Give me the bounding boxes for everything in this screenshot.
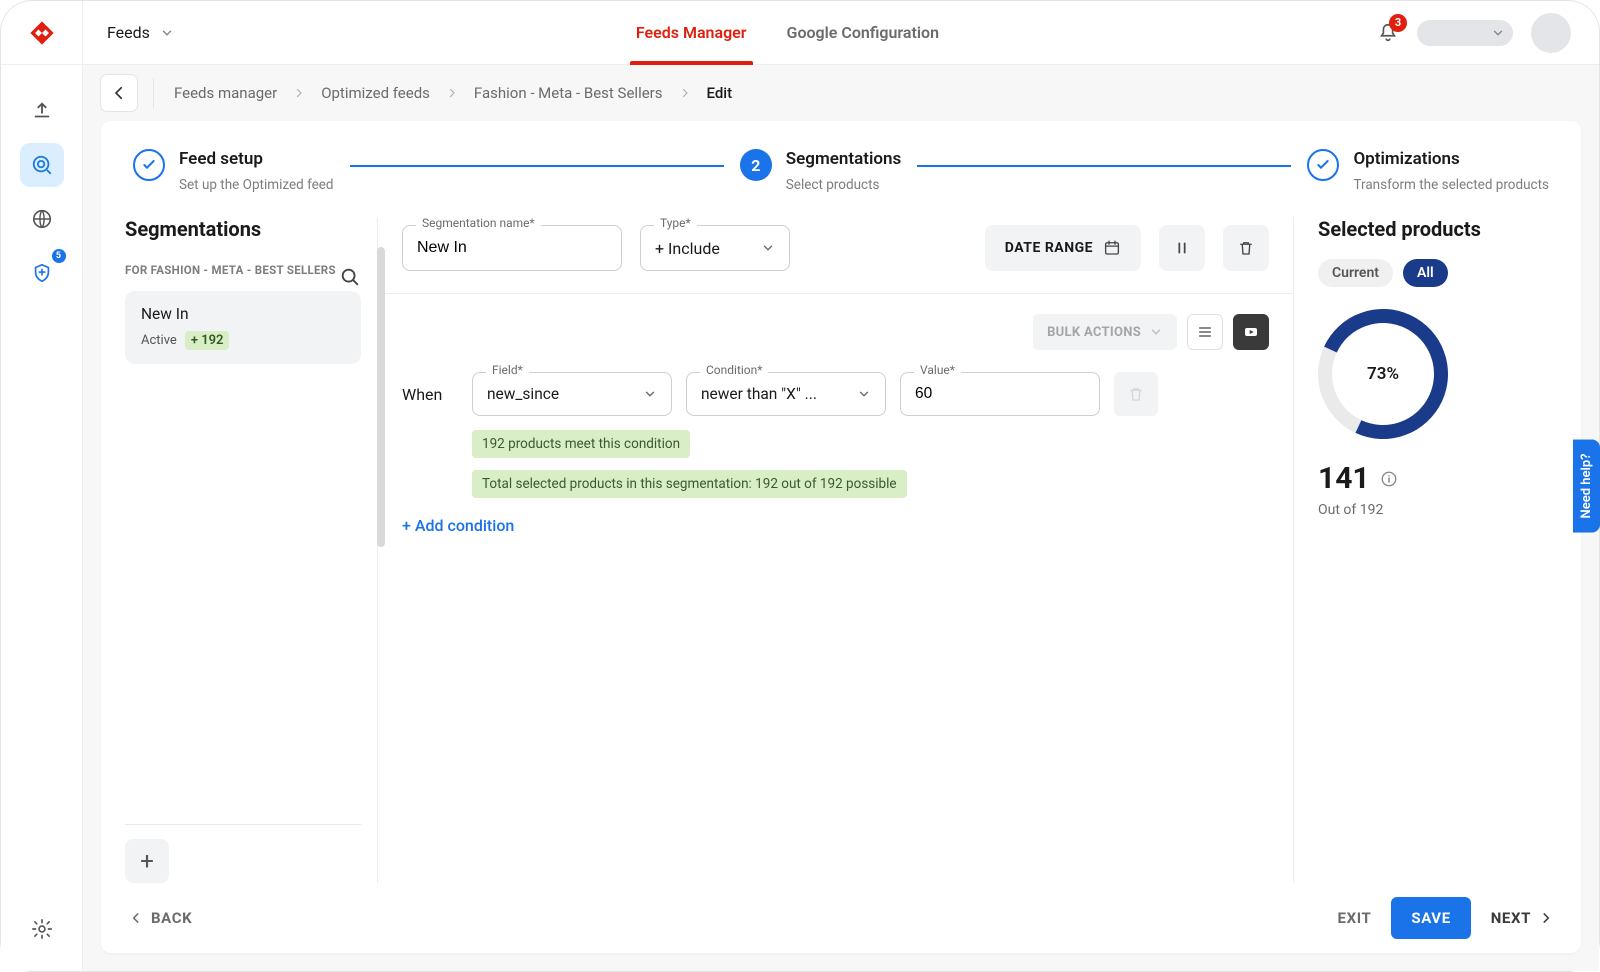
step-3-done-icon [1307, 149, 1339, 181]
segmentations-subtitle: FOR FASHION - META - BEST SELLERS [125, 263, 336, 277]
nav-settings[interactable] [20, 907, 64, 951]
scrollbar[interactable] [377, 247, 385, 547]
segmentation-item-status: Active [141, 333, 177, 348]
breadcrumb-item[interactable]: Fashion - Meta - Best Sellers [474, 84, 663, 102]
rule-field-select[interactable]: new_since [472, 372, 672, 416]
rule-field-label: Field* [486, 363, 529, 377]
back-button[interactable]: BACK [129, 909, 192, 927]
segmentations-title: Segmentations [125, 217, 377, 241]
step-2-sub: Select products [786, 177, 901, 193]
rule-condition-label: Condition* [700, 363, 768, 377]
segmentation-item[interactable]: New In Active + 192 [125, 291, 361, 364]
pill-current[interactable]: Current [1318, 259, 1393, 287]
tab-feeds-manager[interactable]: Feeds Manager [630, 1, 753, 64]
step-connector [917, 165, 1291, 167]
step-2-title: Segmentations [786, 149, 901, 169]
breadcrumb-item[interactable]: Feeds manager [174, 84, 277, 102]
selected-products-title: Selected products [1318, 217, 1557, 241]
condition-match-info: 192 products meet this condition [472, 430, 690, 458]
step-3-sub: Transform the selected products [1353, 177, 1549, 193]
info-icon[interactable] [1380, 470, 1398, 488]
type-select[interactable]: + Include [640, 225, 790, 271]
pill-all[interactable]: All [1403, 259, 1448, 287]
step-connector [350, 165, 724, 167]
when-label: When [402, 385, 458, 404]
shield-badge-count: 5 [52, 249, 66, 263]
segmentation-item-name: New In [141, 305, 345, 323]
segmentation-item-count: + 192 [185, 331, 230, 350]
selected-count: 141 [1318, 461, 1370, 496]
rule-delete-button [1114, 372, 1158, 416]
nav-target[interactable] [20, 143, 64, 187]
segmentation-name-input[interactable] [402, 225, 622, 271]
step-1-title: Feed setup [179, 149, 334, 169]
rule-value-label: Value* [914, 363, 961, 377]
search-icon[interactable] [339, 266, 361, 288]
notif-count-badge: 3 [1389, 14, 1407, 32]
notifications-button[interactable]: 3 [1377, 22, 1399, 44]
nav-shield[interactable]: 5 [20, 251, 64, 295]
type-label: Type* [654, 217, 697, 230]
need-help-tab[interactable]: Need help? [1573, 439, 1600, 532]
nav-upload[interactable] [20, 89, 64, 133]
add-segmentation-button[interactable]: + [125, 839, 169, 883]
step-2-number: 2 [740, 149, 772, 181]
list-view-button[interactable] [1187, 314, 1223, 350]
step-1-sub: Set up the Optimized feed [179, 177, 334, 193]
date-range-button[interactable]: DATE RANGE [985, 225, 1141, 271]
next-button[interactable]: NEXT [1491, 909, 1553, 927]
donut-chart: 73% [1318, 309, 1448, 439]
video-view-button[interactable] [1233, 314, 1269, 350]
exit-button[interactable]: EXIT [1338, 909, 1372, 927]
rule-condition-select[interactable]: newer than "X" ... [686, 372, 886, 416]
donut-percent: 73% [1318, 309, 1448, 439]
logo [1, 1, 83, 64]
delete-button[interactable] [1223, 225, 1269, 271]
account-dropdown[interactable] [1417, 20, 1513, 46]
feeds-dropdown[interactable]: Feeds [83, 1, 198, 64]
breadcrumb-item[interactable]: Optimized feeds [321, 84, 430, 102]
pause-button[interactable] [1159, 225, 1205, 271]
breadcrumb-back[interactable] [101, 75, 137, 111]
nav-globe[interactable] [20, 197, 64, 241]
step-3-title: Optimizations [1353, 149, 1549, 169]
tab-google-config[interactable]: Google Configuration [781, 1, 946, 64]
segmentation-name-label: Segmentation name* [416, 217, 541, 230]
breadcrumb-current: Edit [707, 84, 733, 102]
out-of-label: Out of 192 [1318, 502, 1557, 518]
add-condition-button[interactable]: + Add condition [402, 516, 1269, 535]
rule-value-input[interactable] [900, 372, 1100, 416]
step-1-done-icon [133, 149, 165, 181]
avatar[interactable] [1531, 13, 1571, 53]
bulk-actions-button: BULK ACTIONS [1033, 314, 1177, 350]
save-button[interactable]: SAVE [1391, 897, 1470, 939]
segmentation-total-info: Total selected products in this segmenta… [472, 470, 907, 498]
